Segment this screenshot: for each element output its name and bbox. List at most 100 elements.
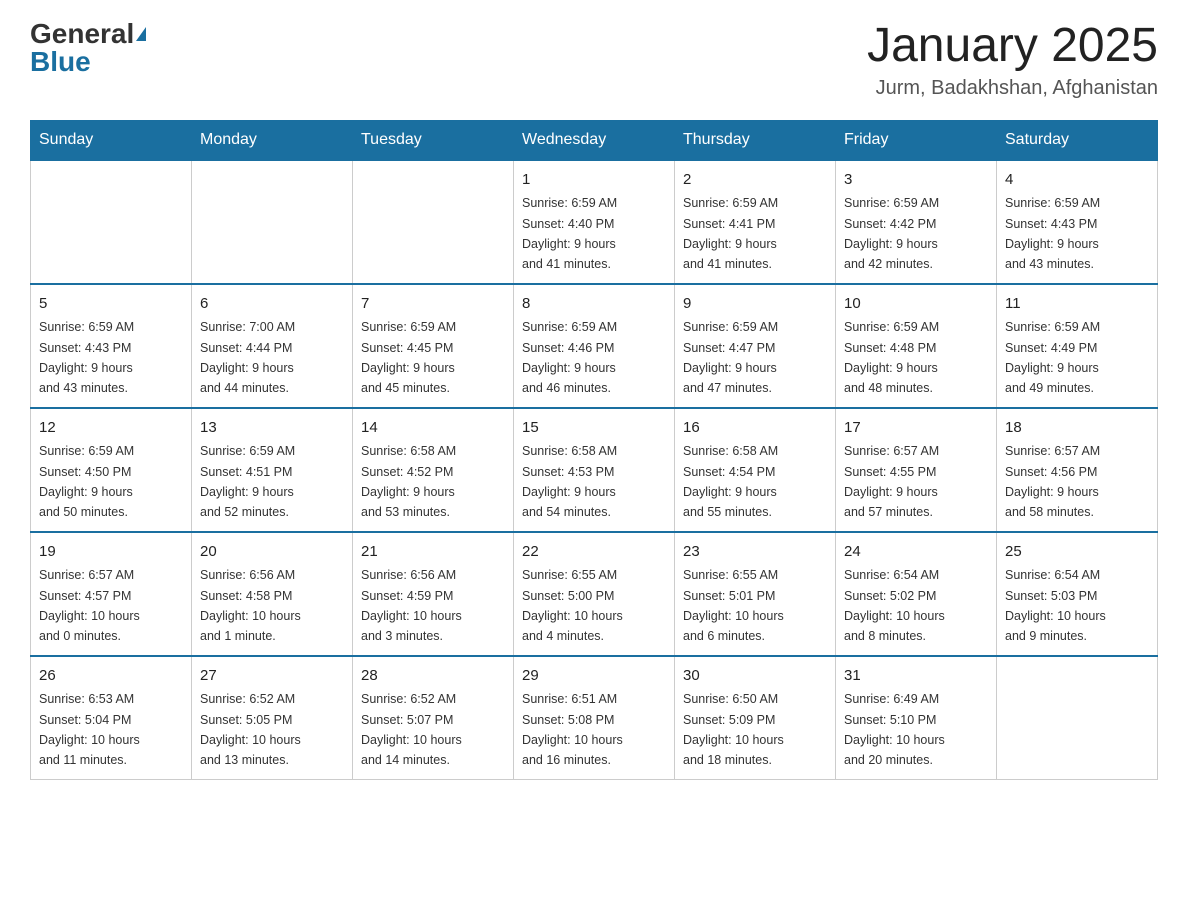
day-info: Sunrise: 6:57 AM Sunset: 4:56 PM Dayligh… — [1005, 444, 1100, 519]
calendar-cell: 6 Sunrise: 7:00 AM Sunset: 4:44 PM Daylig… — [192, 284, 353, 408]
day-info: Sunrise: 6:59 AM Sunset: 4:41 PM Dayligh… — [683, 196, 778, 271]
day-number: 8 — [522, 293, 666, 316]
calendar-cell: 28 Sunrise: 6:52 AM Sunset: 5:07 PM Dayli… — [353, 656, 514, 780]
calendar-cell: 8 Sunrise: 6:59 AM Sunset: 4:46 PM Daylig… — [514, 284, 675, 408]
day-number: 27 — [200, 665, 344, 688]
day-number: 19 — [39, 541, 183, 564]
day-number: 7 — [361, 293, 505, 316]
page-title: January 2025 — [867, 20, 1158, 73]
calendar-cell: 19 Sunrise: 6:57 AM Sunset: 4:57 PM Dayli… — [31, 532, 192, 656]
day-info: Sunrise: 6:59 AM Sunset: 4:42 PM Dayligh… — [844, 196, 939, 271]
calendar-cell: 9 Sunrise: 6:59 AM Sunset: 4:47 PM Daylig… — [675, 284, 836, 408]
day-number: 15 — [522, 417, 666, 440]
day-number: 23 — [683, 541, 827, 564]
day-number: 6 — [200, 293, 344, 316]
calendar-cell: 25 Sunrise: 6:54 AM Sunset: 5:03 PM Dayli… — [997, 532, 1158, 656]
calendar-header-cell: Monday — [192, 120, 353, 160]
day-info: Sunrise: 6:59 AM Sunset: 4:45 PM Dayligh… — [361, 320, 456, 395]
day-info: Sunrise: 6:49 AM Sunset: 5:10 PM Dayligh… — [844, 692, 945, 767]
day-number: 24 — [844, 541, 988, 564]
calendar-header-cell: Friday — [836, 120, 997, 160]
day-info: Sunrise: 6:50 AM Sunset: 5:09 PM Dayligh… — [683, 692, 784, 767]
calendar-cell — [192, 160, 353, 284]
calendar-table: SundayMondayTuesdayWednesdayThursdayFrid… — [30, 120, 1158, 780]
calendar-cell: 3 Sunrise: 6:59 AM Sunset: 4:42 PM Daylig… — [836, 160, 997, 284]
day-number: 31 — [844, 665, 988, 688]
calendar-header-cell: Sunday — [31, 120, 192, 160]
calendar-cell: 1 Sunrise: 6:59 AM Sunset: 4:40 PM Daylig… — [514, 160, 675, 284]
day-info: Sunrise: 6:57 AM Sunset: 4:55 PM Dayligh… — [844, 444, 939, 519]
calendar-cell: 14 Sunrise: 6:58 AM Sunset: 4:52 PM Dayli… — [353, 408, 514, 532]
day-info: Sunrise: 6:57 AM Sunset: 4:57 PM Dayligh… — [39, 568, 140, 643]
calendar-cell: 20Sunrise: 6:56 AM Sunset: 4:58 PM Dayli… — [192, 532, 353, 656]
day-info: Sunrise: 6:59 AM Sunset: 4:46 PM Dayligh… — [522, 320, 617, 395]
day-info: Sunrise: 6:53 AM Sunset: 5:04 PM Dayligh… — [39, 692, 140, 767]
day-number: 28 — [361, 665, 505, 688]
day-info: Sunrise: 6:54 AM Sunset: 5:02 PM Dayligh… — [844, 568, 945, 643]
day-number: 4 — [1005, 169, 1149, 192]
day-info: Sunrise: 6:59 AM Sunset: 4:43 PM Dayligh… — [1005, 196, 1100, 271]
calendar-cell: 7 Sunrise: 6:59 AM Sunset: 4:45 PM Daylig… — [353, 284, 514, 408]
title-area: January 2025 Jurm, Badakhshan, Afghanist… — [867, 20, 1158, 100]
calendar-cell: 26Sunrise: 6:53 AM Sunset: 5:04 PM Dayli… — [31, 656, 192, 780]
day-info: Sunrise: 6:59 AM Sunset: 4:40 PM Dayligh… — [522, 196, 617, 271]
day-info: Sunrise: 6:55 AM Sunset: 5:00 PM Dayligh… — [522, 568, 623, 643]
calendar-cell: 17 Sunrise: 6:57 AM Sunset: 4:55 PM Dayli… — [836, 408, 997, 532]
day-info: Sunrise: 7:00 AM Sunset: 4:44 PM Dayligh… — [200, 320, 295, 395]
calendar-cell: 11Sunrise: 6:59 AM Sunset: 4:49 PM Dayli… — [997, 284, 1158, 408]
day-info: Sunrise: 6:59 AM Sunset: 4:51 PM Dayligh… — [200, 444, 295, 519]
calendar-cell: 30Sunrise: 6:50 AM Sunset: 5:09 PM Dayli… — [675, 656, 836, 780]
calendar-cell — [997, 656, 1158, 780]
day-number: 22 — [522, 541, 666, 564]
day-number: 13 — [200, 417, 344, 440]
calendar-header: SundayMondayTuesdayWednesdayThursdayFrid… — [31, 120, 1158, 160]
day-number: 2 — [683, 169, 827, 192]
day-info: Sunrise: 6:59 AM Sunset: 4:47 PM Dayligh… — [683, 320, 778, 395]
day-info: Sunrise: 6:55 AM Sunset: 5:01 PM Dayligh… — [683, 568, 784, 643]
day-info: Sunrise: 6:58 AM Sunset: 4:53 PM Dayligh… — [522, 444, 617, 519]
day-number: 10 — [844, 293, 988, 316]
calendar-cell: 31 Sunrise: 6:49 AM Sunset: 5:10 PM Dayli… — [836, 656, 997, 780]
day-info: Sunrise: 6:59 AM Sunset: 4:43 PM Dayligh… — [39, 320, 134, 395]
calendar-cell: 22 Sunrise: 6:55 AM Sunset: 5:00 PM Dayli… — [514, 532, 675, 656]
calendar-cell — [353, 160, 514, 284]
day-number: 5 — [39, 293, 183, 316]
logo-general-text: General — [30, 20, 134, 48]
calendar-cell: 21 Sunrise: 6:56 AM Sunset: 4:59 PM Dayli… — [353, 532, 514, 656]
calendar-cell: 16Sunrise: 6:58 AM Sunset: 4:54 PM Dayli… — [675, 408, 836, 532]
calendar-cell: 4 Sunrise: 6:59 AM Sunset: 4:43 PM Daylig… — [997, 160, 1158, 284]
day-info: Sunrise: 6:56 AM Sunset: 4:59 PM Dayligh… — [361, 568, 462, 643]
day-info: Sunrise: 6:59 AM Sunset: 4:49 PM Dayligh… — [1005, 320, 1100, 395]
logo-triangle-icon — [136, 27, 146, 41]
header: General Blue January 2025 Jurm, Badakhsh… — [30, 20, 1158, 100]
calendar-cell: 29 Sunrise: 6:51 AM Sunset: 5:08 PM Dayli… — [514, 656, 675, 780]
day-number: 18 — [1005, 417, 1149, 440]
calendar-cell: 2 Sunrise: 6:59 AM Sunset: 4:41 PM Daylig… — [675, 160, 836, 284]
calendar-cell: 23 Sunrise: 6:55 AM Sunset: 5:01 PM Dayli… — [675, 532, 836, 656]
day-number: 21 — [361, 541, 505, 564]
logo: General Blue — [30, 20, 146, 76]
day-number: 14 — [361, 417, 505, 440]
day-number: 29 — [522, 665, 666, 688]
calendar-header-cell: Tuesday — [353, 120, 514, 160]
day-number: 17 — [844, 417, 988, 440]
calendar-header-cell: Saturday — [997, 120, 1158, 160]
day-number: 25 — [1005, 541, 1149, 564]
calendar-cell: 15 Sunrise: 6:58 AM Sunset: 4:53 PM Dayli… — [514, 408, 675, 532]
page-subtitle: Jurm, Badakhshan, Afghanistan — [867, 77, 1158, 100]
day-number: 9 — [683, 293, 827, 316]
day-info: Sunrise: 6:54 AM Sunset: 5:03 PM Dayligh… — [1005, 568, 1106, 643]
day-info: Sunrise: 6:59 AM Sunset: 4:48 PM Dayligh… — [844, 320, 939, 395]
calendar-cell: 24 Sunrise: 6:54 AM Sunset: 5:02 PM Dayli… — [836, 532, 997, 656]
day-number: 12 — [39, 417, 183, 440]
calendar-cell: 27 Sunrise: 6:52 AM Sunset: 5:05 PM Dayli… — [192, 656, 353, 780]
calendar-cell: 12Sunrise: 6:59 AM Sunset: 4:50 PM Dayli… — [31, 408, 192, 532]
day-number: 3 — [844, 169, 988, 192]
day-number: 1 — [522, 169, 666, 192]
day-info: Sunrise: 6:51 AM Sunset: 5:08 PM Dayligh… — [522, 692, 623, 767]
day-info: Sunrise: 6:52 AM Sunset: 5:07 PM Dayligh… — [361, 692, 462, 767]
day-info: Sunrise: 6:56 AM Sunset: 4:58 PM Dayligh… — [200, 568, 301, 643]
calendar-header-cell: Thursday — [675, 120, 836, 160]
day-info: Sunrise: 6:52 AM Sunset: 5:05 PM Dayligh… — [200, 692, 301, 767]
day-info: Sunrise: 6:58 AM Sunset: 4:52 PM Dayligh… — [361, 444, 456, 519]
